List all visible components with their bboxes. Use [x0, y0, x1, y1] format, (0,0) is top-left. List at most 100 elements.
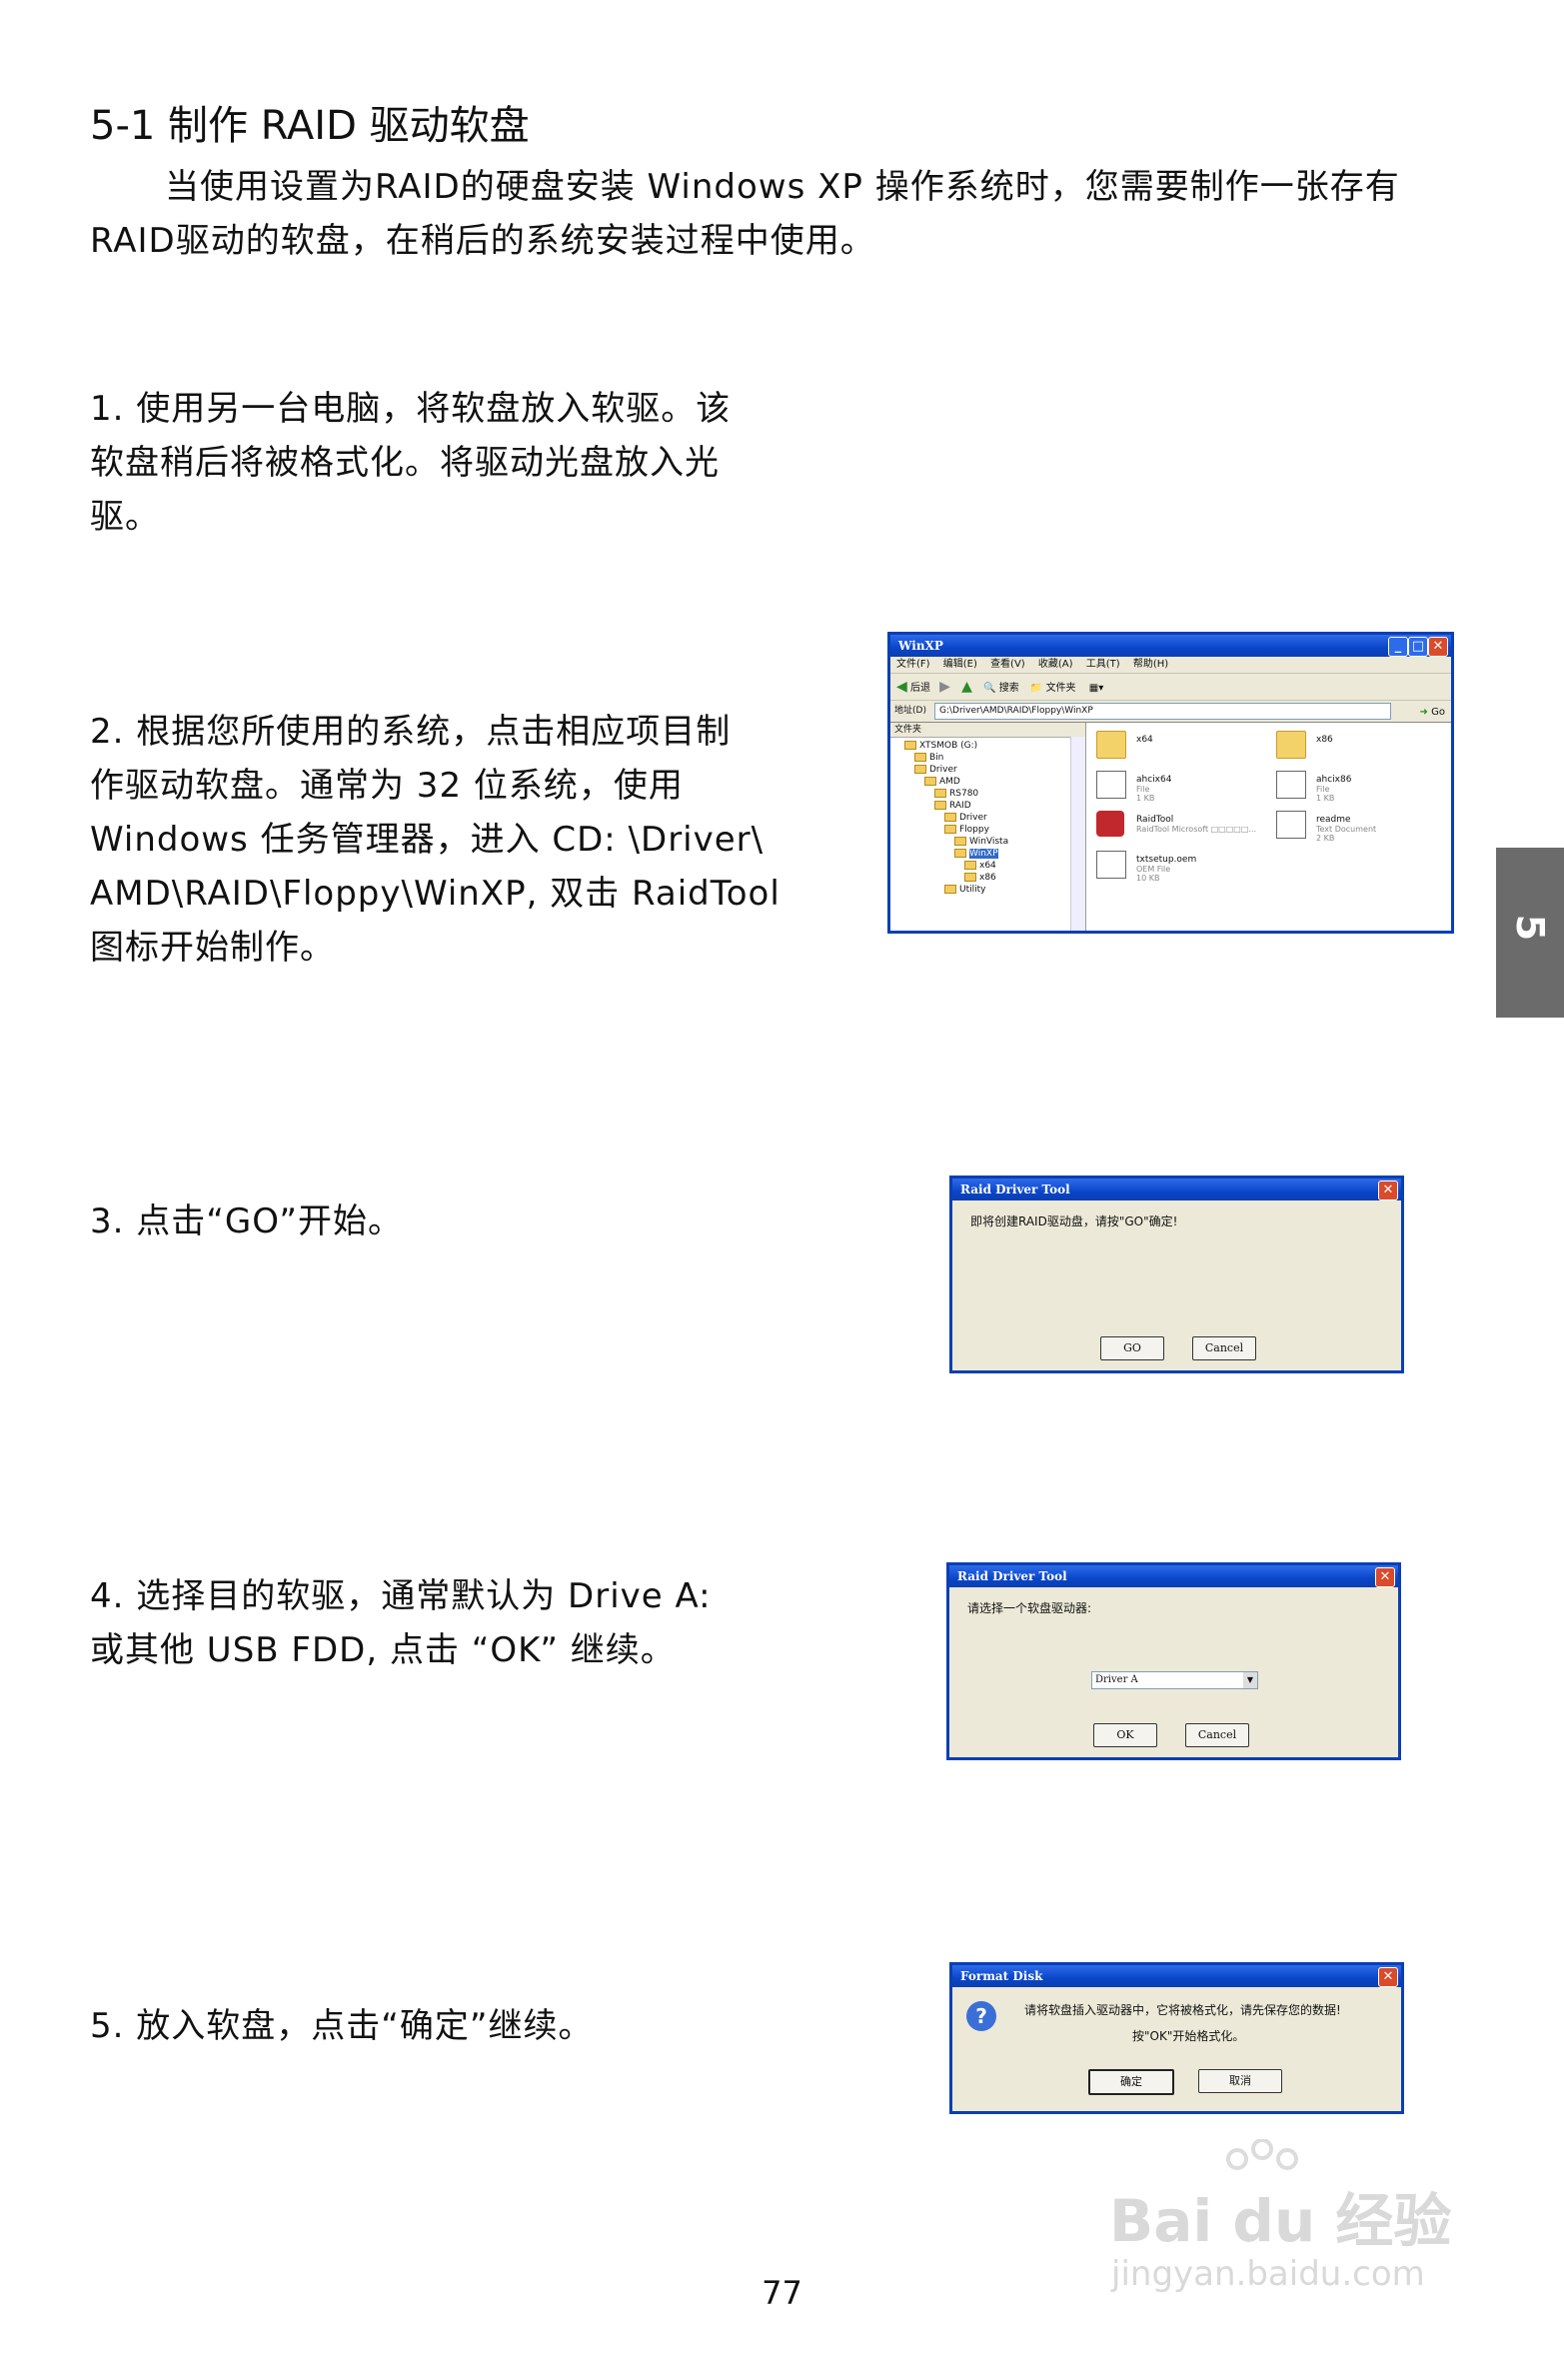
- step1-line: 软盘稍后将被格式化。将驱动光盘放入光: [90, 443, 720, 483]
- address-bar: 地址(D) G:\Driver\AMD\RAID\Floppy\WinXP ➜ …: [890, 701, 1451, 721]
- dialog-titlebar: Raid Driver Tool ✕: [952, 1179, 1401, 1200]
- cancel-button[interactable]: Cancel: [1192, 1336, 1256, 1360]
- file-icon: [1096, 771, 1126, 799]
- step1-line: 1. 使用另一台电脑，将软盘放入软驱。该: [90, 389, 732, 429]
- folder-icon: [944, 885, 956, 894]
- confirm-button[interactable]: 确定: [1088, 2069, 1174, 2095]
- folders-icon: 📁: [1029, 683, 1043, 694]
- up-icon[interactable]: ▲: [961, 679, 972, 695]
- cancel-button[interactable]: Cancel: [1185, 1723, 1249, 1747]
- folder-icon: [954, 837, 966, 846]
- maximize-icon[interactable]: □: [1408, 637, 1428, 657]
- menu-view[interactable]: 查看(V): [990, 659, 1025, 670]
- explorer-panes: 文件夹 XTSMOB (G:) Bin Driver AMD RS780 RAI…: [890, 722, 1451, 931]
- menu-favorites[interactable]: 收藏(A): [1038, 659, 1073, 670]
- file-icon: [1096, 851, 1126, 879]
- step4-line: 4. 选择目的软驱，通常默认为 Drive A:: [90, 1576, 712, 1616]
- tree-node[interactable]: Driver: [944, 813, 987, 824]
- dialog-message: 即将创建RAID驱动盘，请按"GO"确定!: [970, 1214, 1178, 1228]
- step5-line: 5. 放入软盘，点击“确定”继续。: [90, 2006, 594, 2046]
- raidtool-icon: [1096, 811, 1124, 837]
- folder-icon: [944, 825, 956, 834]
- tree-node[interactable]: x64: [964, 861, 996, 872]
- folder-tree: 文件夹 XTSMOB (G:) Bin Driver AMD RS780 RAI…: [890, 723, 1086, 931]
- search-button[interactable]: 搜索: [999, 683, 1019, 694]
- drive-select[interactable]: Driver A ▼: [1091, 1671, 1258, 1689]
- menu-help[interactable]: 帮助(H): [1133, 659, 1168, 670]
- search-icon: 🔍: [983, 683, 996, 694]
- step2-line: 作驱动软盘。通常为 32 位系统，使用: [90, 766, 684, 806]
- tree-node[interactable]: Bin: [914, 753, 943, 764]
- cancel-button[interactable]: 取消: [1198, 2069, 1282, 2093]
- step2-line: 2. 根据您所使用的系统，点击相应项目制: [90, 712, 732, 752]
- paw-watermark-icon: [1226, 2139, 1298, 2170]
- dialog-title: Format Disk: [960, 1969, 1043, 1983]
- section-heading: 5-1 制作 RAID 驱动软盘: [90, 103, 530, 149]
- dialog-message: 请选择一个软盘驱动器:: [967, 1601, 1092, 1615]
- menu-edit[interactable]: 编辑(E): [943, 659, 977, 670]
- tree-scrollbar[interactable]: [1070, 737, 1085, 931]
- menu-file[interactable]: 文件(F): [896, 659, 930, 670]
- tree-node[interactable]: RS780: [934, 789, 978, 800]
- folder-icon: [934, 789, 946, 798]
- chapter-tab: 5: [1496, 848, 1564, 1018]
- ok-button[interactable]: OK: [1093, 1723, 1157, 1747]
- step3-line: 3. 点击“GO”开始。: [90, 1201, 403, 1241]
- folder-icon: [1096, 731, 1126, 759]
- folder-icon: [914, 765, 926, 774]
- folder-icon: [944, 813, 956, 822]
- address-label: 地址(D): [894, 706, 926, 716]
- go-arrow-icon: ➜: [1419, 707, 1428, 718]
- format-disk-dialog: Format Disk ✕ ? 请将软盘插入驱动器中，它将被格式化，请先保存您的…: [949, 1962, 1404, 2114]
- back-icon[interactable]: ◀: [896, 679, 907, 695]
- explorer-titlebar: WinXP _ □ ✕: [890, 635, 1451, 657]
- address-input[interactable]: G:\Driver\AMD\RAID\Floppy\WinXP: [934, 703, 1391, 720]
- views-icon[interactable]: ▦▾: [1089, 683, 1103, 694]
- menu-bar: 文件(F) 编辑(E) 查看(V) 收藏(A) 工具(T) 帮助(H): [890, 657, 1451, 674]
- tree-node[interactable]: Utility: [944, 885, 985, 896]
- go-button[interactable]: GO: [1100, 1336, 1164, 1360]
- dialog-titlebar: Format Disk ✕: [952, 1965, 1401, 1987]
- folders-button[interactable]: 文件夹: [1046, 683, 1076, 694]
- step4-line: 或其他 USB FDD, 点击 “OK” 继续。: [90, 1630, 676, 1670]
- tree-node[interactable]: AMD: [924, 777, 960, 788]
- forward-icon[interactable]: ▶: [939, 679, 950, 695]
- intro-line-1: 当使用设置为RAID的硬盘安装 Windows XP 操作系统时，您需要制作一张…: [165, 167, 1400, 207]
- explorer-window: WinXP _ □ ✕ 文件(F) 编辑(E) 查看(V) 收藏(A) 工具(T…: [887, 632, 1454, 934]
- tree-node[interactable]: Floppy: [944, 825, 989, 836]
- chevron-down-icon[interactable]: ▼: [1243, 1672, 1257, 1688]
- tree-node[interactable]: Driver: [914, 765, 957, 776]
- tree-node[interactable]: RAID: [934, 801, 971, 812]
- close-icon[interactable]: ✕: [1428, 637, 1448, 657]
- dialog-message-line1: 请将软盘插入驱动器中，它将被格式化，请先保存您的数据!: [1024, 2003, 1341, 2017]
- step2-line: Windows 任务管理器，进入 CD: \Driver\: [90, 820, 765, 860]
- tree-header: 文件夹: [890, 723, 1085, 738]
- close-icon[interactable]: ✕: [1375, 1567, 1395, 1587]
- intro-line-2: RAID驱动的软盘，在稍后的系统安装过程中使用。: [90, 221, 875, 261]
- folder-icon: [964, 861, 976, 870]
- tree-node-selected[interactable]: WinXP: [954, 849, 998, 860]
- go-button[interactable]: ➜ Go: [1420, 703, 1445, 723]
- dialog-titlebar: Raid Driver Tool ✕: [949, 1565, 1398, 1587]
- step2-line: AMD\RAID\Floppy\WinXP, 双击 RaidTool: [90, 874, 781, 914]
- page-number: 77: [762, 2274, 802, 2312]
- tree-node[interactable]: WinVista: [954, 837, 1008, 848]
- menu-tools[interactable]: 工具(T): [1086, 659, 1120, 670]
- folder-icon: [954, 849, 966, 858]
- raid-tool-dialog: Raid Driver Tool ✕ 即将创建RAID驱动盘，请按"GO"确定!…: [949, 1176, 1404, 1373]
- folder-icon: [934, 801, 946, 810]
- dialog-message-line2: 按"OK"开始格式化。: [1132, 2029, 1245, 2043]
- drive-select-value: Driver A: [1095, 1674, 1138, 1685]
- folder-icon: [1276, 731, 1306, 759]
- tree-node[interactable]: x86: [964, 873, 996, 884]
- drive-icon: [904, 741, 916, 750]
- back-button[interactable]: 后退: [910, 683, 930, 694]
- step2-line: 图标开始制作。: [90, 928, 335, 968]
- tree-node[interactable]: XTSMOB (G:): [904, 741, 977, 752]
- file-list: x64 x86 ahcix64 File 1 KB ahcix86 File 1 KB …: [1086, 723, 1451, 931]
- close-icon[interactable]: ✕: [1378, 1967, 1398, 1987]
- minimize-icon[interactable]: _: [1388, 637, 1408, 657]
- close-icon[interactable]: ✕: [1378, 1181, 1398, 1200]
- question-icon: ?: [966, 2001, 996, 2031]
- folder-icon: [914, 753, 926, 762]
